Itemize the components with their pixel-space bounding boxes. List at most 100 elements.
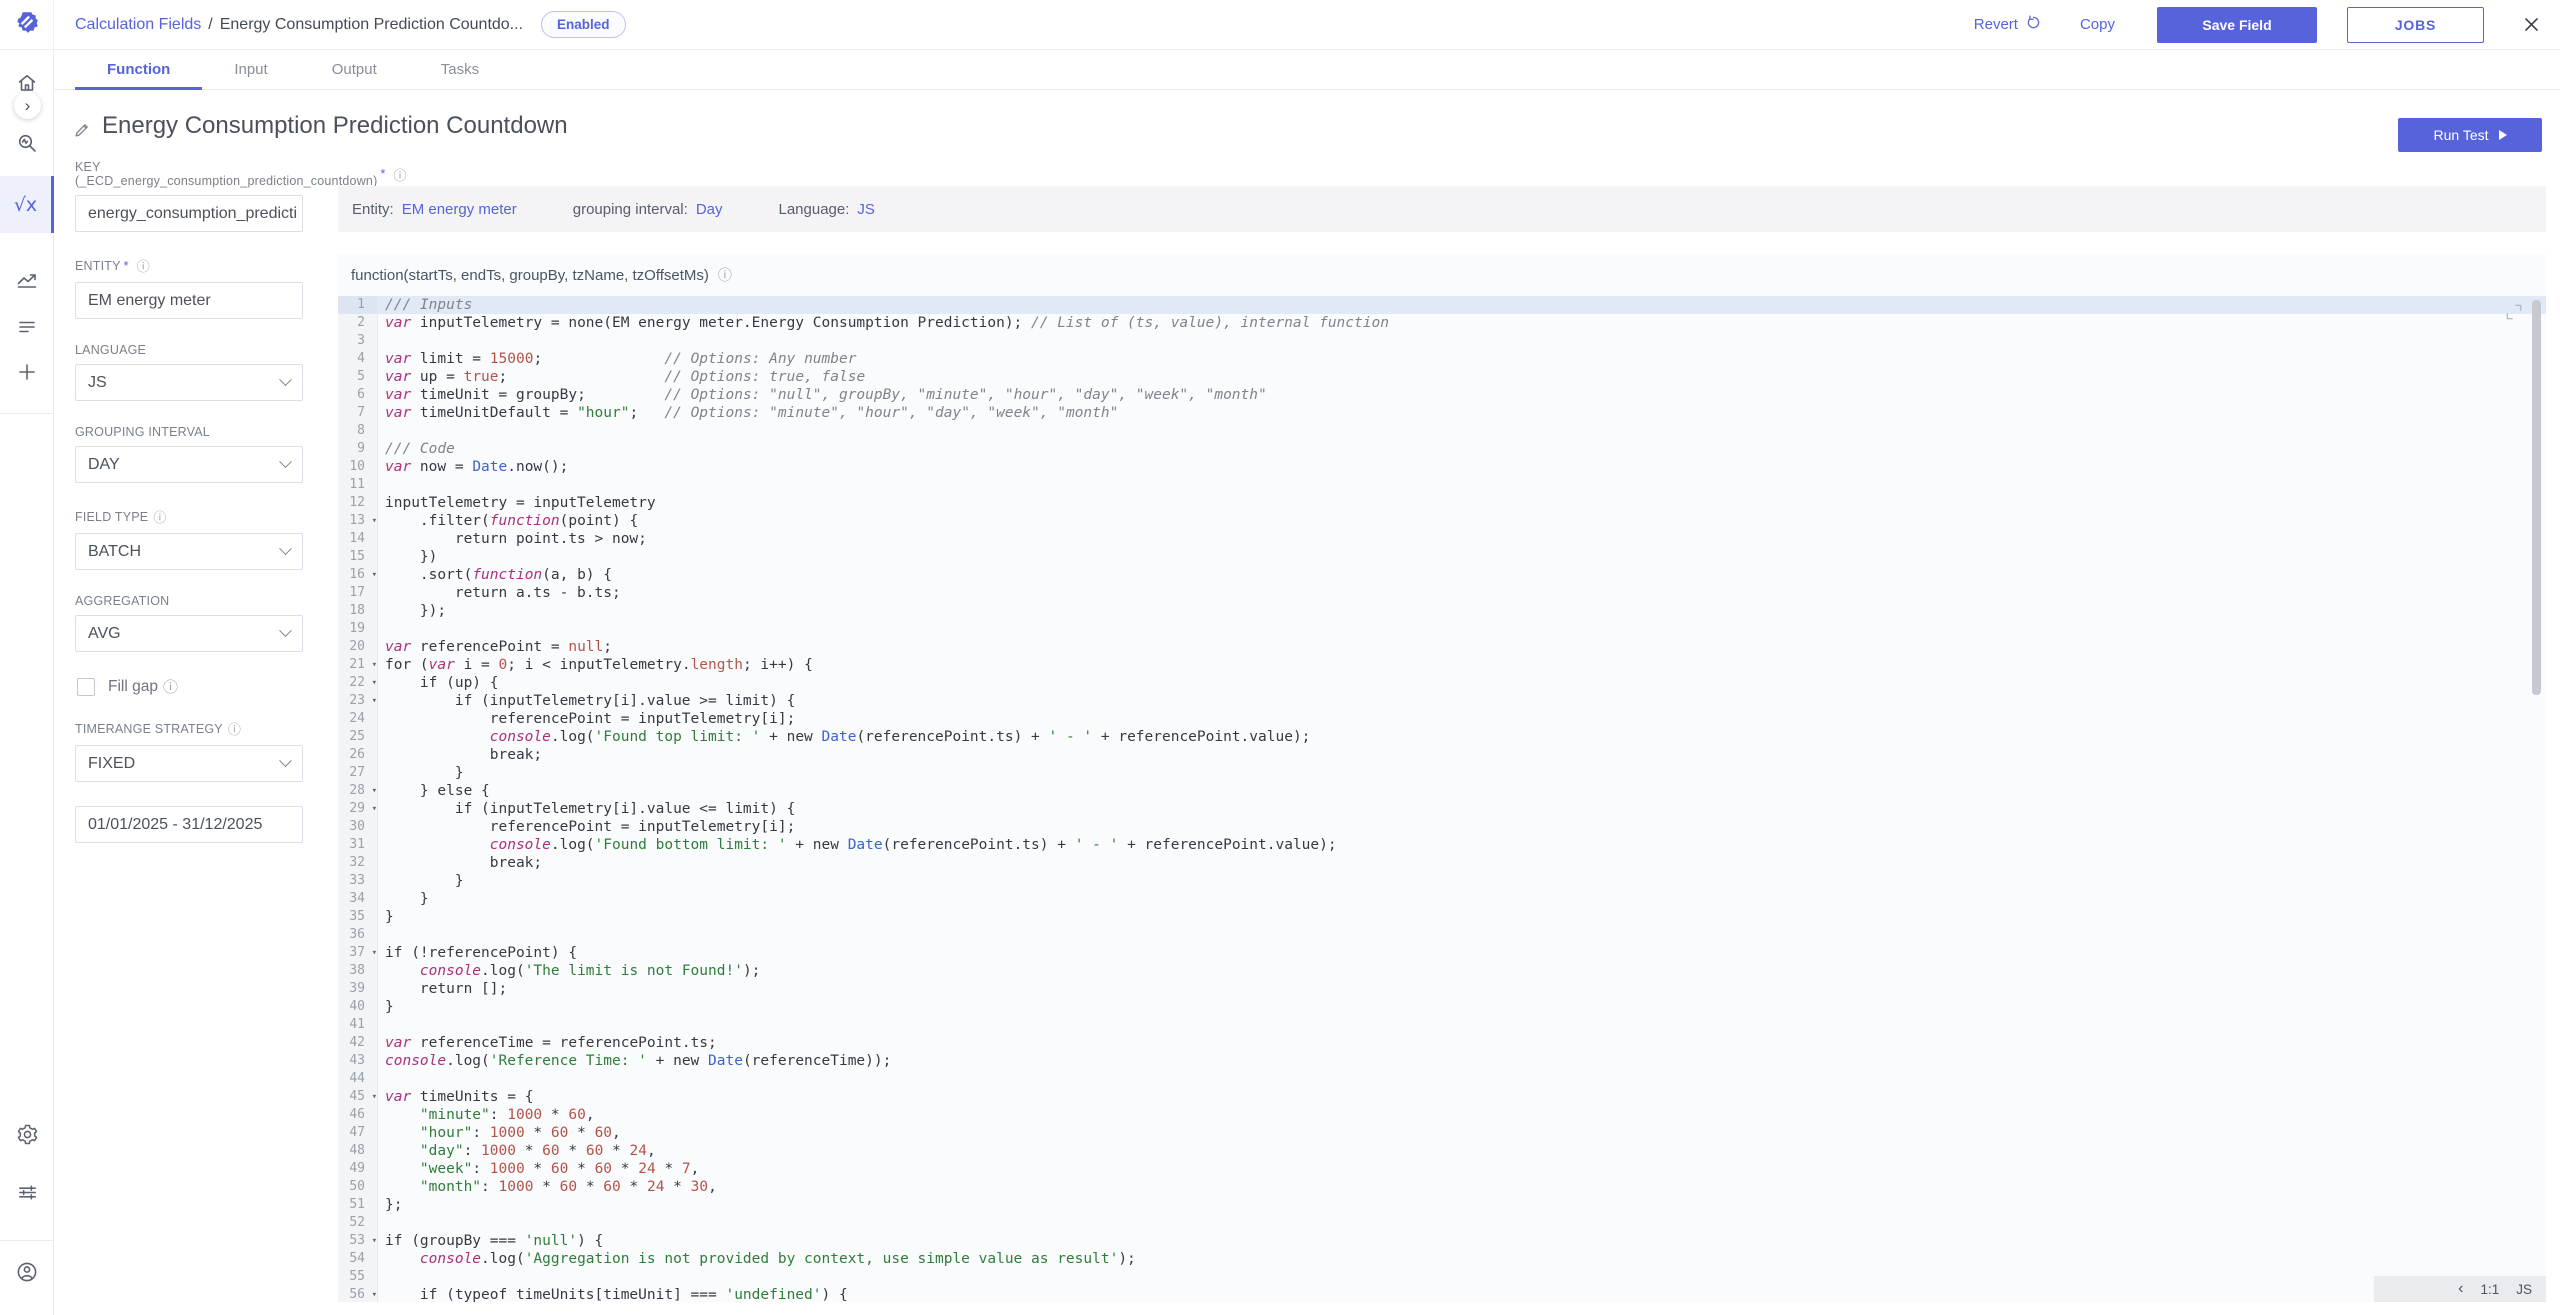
line-number: 48 xyxy=(338,1142,378,1160)
grouping-interval-select[interactable]: DAY xyxy=(75,446,303,483)
info-icon[interactable]: ⓘ xyxy=(163,676,178,697)
line-number: 8 xyxy=(338,422,378,440)
code-line: 8 xyxy=(338,422,2546,440)
sidebar-item-search[interactable] xyxy=(0,122,54,168)
run-test-button[interactable]: Run Test xyxy=(2398,118,2542,152)
breadcrumb: Calculation Fields / Energy Consumption … xyxy=(75,11,626,38)
fold-icon[interactable]: ▾ xyxy=(372,656,377,674)
close-icon[interactable] xyxy=(2520,14,2542,36)
app-logo xyxy=(0,0,54,50)
line-number: 21▾ xyxy=(338,656,378,674)
sidebar-item-sliders[interactable] xyxy=(0,1172,54,1218)
timerange-input[interactable]: 01/01/2025 - 31/12/2025 xyxy=(75,806,303,843)
info-icon[interactable]: ⓘ xyxy=(153,507,166,526)
code-line: 52 xyxy=(338,1214,2546,1232)
fold-icon[interactable]: ▾ xyxy=(372,1232,377,1250)
sidebar-item-settings[interactable] xyxy=(0,1114,54,1160)
key-input[interactable]: energy_consumption_predicti xyxy=(75,195,303,232)
fold-icon[interactable]: ▾ xyxy=(372,692,377,710)
editor-scrollbar[interactable] xyxy=(2532,300,2541,695)
context-value[interactable]: Day xyxy=(696,201,723,218)
sidebar-expand-button[interactable]: › xyxy=(14,92,41,119)
tab-tasks[interactable]: Tasks xyxy=(409,50,511,89)
edit-title-icon[interactable] xyxy=(72,120,92,145)
info-icon[interactable]: ⓘ xyxy=(137,256,150,275)
fold-icon[interactable]: ▾ xyxy=(372,944,377,962)
code-line: 49 "week": 1000 * 60 * 60 * 24 * 7, xyxy=(338,1160,2546,1178)
timerange-value: 01/01/2025 - 31/12/2025 xyxy=(88,816,262,834)
required-asterisk: * xyxy=(380,167,385,181)
sidebar-item-account[interactable] xyxy=(0,1251,54,1297)
context-value[interactable]: JS xyxy=(857,201,875,218)
fold-icon[interactable]: ▾ xyxy=(372,782,377,800)
context-value[interactable]: EM energy meter xyxy=(402,201,517,218)
revert-button[interactable]: Revert xyxy=(1974,14,2042,35)
code-line: 24 referencePoint = inputTelemetry[i]; xyxy=(338,710,2546,728)
info-icon[interactable]: ⓘ xyxy=(228,719,241,738)
chevron-right-icon: › xyxy=(25,96,31,116)
field-config-form: KEY (_ECD_energy_consumption_prediction_… xyxy=(75,160,303,867)
line-number: 46 xyxy=(338,1106,378,1124)
editor-status-bar: ‹ 1:1 JS xyxy=(2374,1276,2546,1302)
info-icon[interactable]: ⓘ xyxy=(718,265,732,285)
code-line: 32 break; xyxy=(338,854,2546,872)
save-field-button[interactable]: Save Field xyxy=(2157,7,2317,43)
fold-icon[interactable]: ▾ xyxy=(372,1286,377,1302)
breadcrumb-link[interactable]: Calculation Fields xyxy=(75,16,201,34)
aggregation-select[interactable]: AVG xyxy=(75,615,303,652)
function-signature-bar: function(startTs, endTs, groupBy, tzName… xyxy=(338,254,2546,296)
collapse-statusbar-icon[interactable]: ‹ xyxy=(2458,1280,2463,1298)
copy-button[interactable]: Copy xyxy=(2080,16,2115,33)
jobs-button[interactable]: JOBS xyxy=(2347,7,2484,43)
language-value: JS xyxy=(88,374,107,392)
fold-icon[interactable]: ▾ xyxy=(372,512,377,530)
line-number: 51 xyxy=(338,1196,378,1214)
line-number: 30 xyxy=(338,818,378,836)
language-select[interactable]: JS xyxy=(75,364,303,401)
context-item: grouping interval:Day xyxy=(573,201,723,218)
line-number: 54 xyxy=(338,1250,378,1268)
fill-gap-checkbox-box[interactable] xyxy=(77,678,95,696)
tab-output[interactable]: Output xyxy=(300,50,409,89)
line-number: 5 xyxy=(338,368,378,386)
fold-icon[interactable]: ▾ xyxy=(372,674,377,692)
sidebar-item-add[interactable] xyxy=(0,351,54,397)
line-number: 34 xyxy=(338,890,378,908)
line-number: 11 xyxy=(338,476,378,494)
sidebar-item-calculated-fields[interactable]: √x xyxy=(0,176,54,233)
tab-input[interactable]: Input xyxy=(202,50,299,89)
code-line: 27 } xyxy=(338,764,2546,782)
code-line: 19 xyxy=(338,620,2546,638)
line-number: 27 xyxy=(338,764,378,782)
breadcrumb-current: Energy Consumption Prediction Countdo... xyxy=(220,16,523,34)
code-line: 34 } xyxy=(338,890,2546,908)
line-number: 33 xyxy=(338,872,378,890)
line-number: 35 xyxy=(338,908,378,926)
code-line: 4var limit = 15000; // Options: Any numb… xyxy=(338,350,2546,368)
field-type-select[interactable]: BATCH xyxy=(75,533,303,570)
fill-gap-label: Fill gap xyxy=(108,678,158,696)
fold-icon[interactable]: ▾ xyxy=(372,566,377,584)
fill-gap-checkbox[interactable]: Fill gap ⓘ xyxy=(77,676,303,697)
status-badge: Enabled xyxy=(541,11,626,38)
sidebar-item-trending[interactable] xyxy=(0,259,54,305)
info-icon[interactable]: ⓘ xyxy=(394,165,407,184)
code-line: 36 xyxy=(338,926,2546,944)
code-editor[interactable]: 1/// Inputs2var inputTelemetry = none(EM… xyxy=(338,296,2546,1302)
fold-icon[interactable]: ▾ xyxy=(372,1088,377,1106)
tab-function[interactable]: Function xyxy=(75,50,202,89)
expand-editor-icon[interactable] xyxy=(2504,302,2524,327)
timerange-strategy-select[interactable]: FIXED xyxy=(75,745,303,782)
fold-icon[interactable]: ▾ xyxy=(372,800,377,818)
line-number: 43 xyxy=(338,1052,378,1070)
entity-input[interactable]: EM energy meter xyxy=(75,282,303,319)
aggregation-value: AVG xyxy=(88,625,121,643)
code-line: 47 "hour": 1000 * 60 * 60, xyxy=(338,1124,2546,1142)
chevron-down-icon xyxy=(279,373,292,386)
line-number: 26 xyxy=(338,746,378,764)
revert-label: Revert xyxy=(1974,16,2018,33)
code-line: 21▾for (var i = 0; i < inputTelemetry.le… xyxy=(338,656,2546,674)
code-line: 16▾ .sort(function(a, b) { xyxy=(338,566,2546,584)
sidebar-item-entities[interactable] xyxy=(0,305,54,351)
aggregation-label: AGGREGATION xyxy=(75,594,303,608)
